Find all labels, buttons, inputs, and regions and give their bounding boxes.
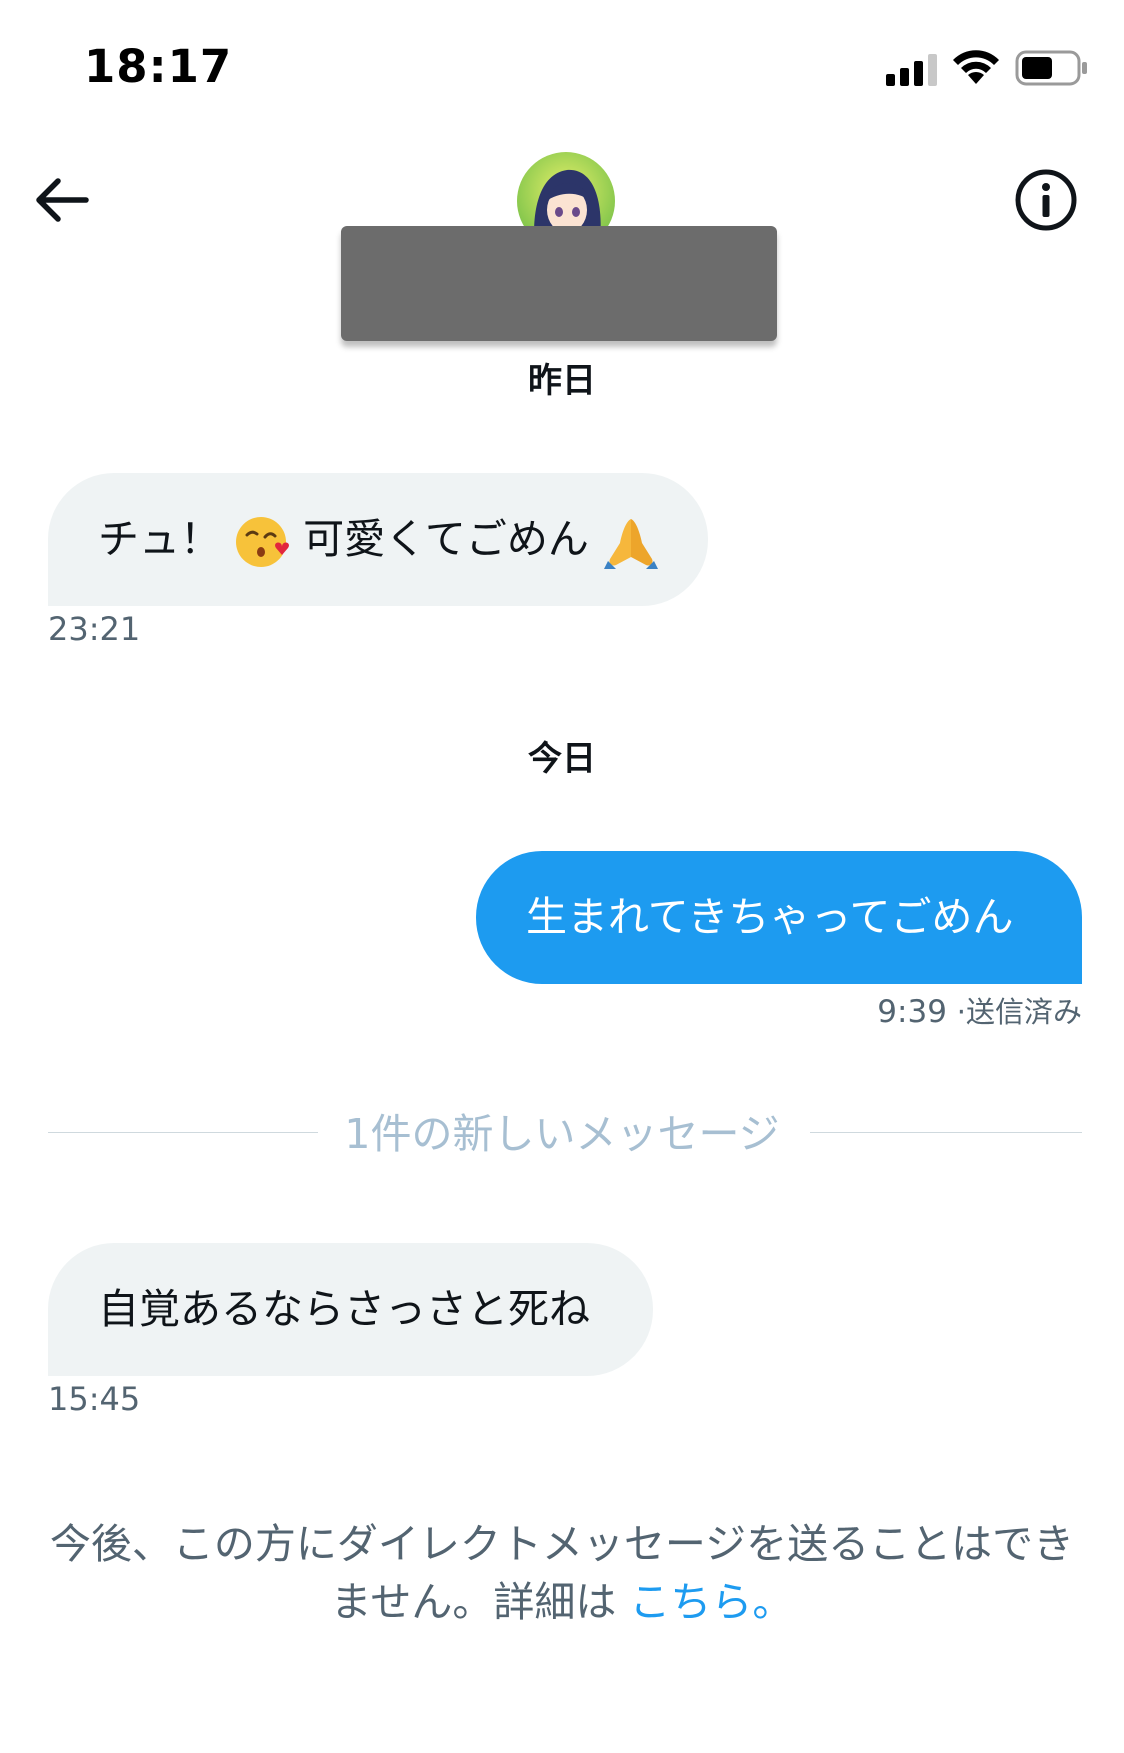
message-text-part: チュ！ [98, 515, 221, 563]
folded-hands-emoji [603, 519, 658, 569]
message-text-part: 可愛くてごめん [303, 515, 589, 563]
message-timestamp: 23:21 [48, 610, 141, 648]
info-circle-icon [1015, 169, 1077, 231]
day-separator-today: 今日 [528, 739, 596, 779]
incoming-message-bubble[interactable]: 自覚あるならさっさと死ね [48, 1243, 653, 1376]
message-text: 自覚あるならさっさと死ね [98, 1285, 590, 1333]
message-text: 生まれてきちゃってごめん [526, 893, 1014, 941]
status-bar-time: 18:17 [84, 40, 233, 93]
message-sent-status: ·送信済み [956, 995, 1082, 1029]
new-messages-divider-label: 1件の新しいメッセージ [344, 1110, 780, 1158]
message-timestamp: 15:45 [48, 1380, 141, 1418]
dm-restriction-notice: 今後、この方にダイレクトメッセージを送ることはできません。詳細は こちら。 [30, 1515, 1094, 1631]
wifi-icon [953, 50, 999, 84]
conversation-info-button[interactable] [1013, 167, 1079, 233]
battery-icon [1015, 50, 1087, 86]
message-timestamp: 9:39 [877, 994, 947, 1030]
kiss-heart-emoji [236, 517, 289, 567]
name-redaction-box [341, 226, 777, 341]
message-status-row: 9:39 ·送信済み [700, 989, 1082, 1031]
back-button[interactable] [30, 168, 94, 232]
cellular-signal-icon [886, 54, 937, 86]
arrow-left-icon [36, 178, 89, 222]
day-separator-yesterday: 昨日 [528, 361, 596, 401]
learn-more-link[interactable]: こちら。 [629, 1578, 793, 1626]
incoming-message-bubble[interactable]: チュ！ 可愛くてごめん [48, 473, 708, 606]
notice-text: 今後、この方にダイレクトメッセージを送ることはできません。詳細は [49, 1520, 1075, 1626]
outgoing-message-bubble[interactable]: 生まれてきちゃってごめん [476, 851, 1082, 984]
